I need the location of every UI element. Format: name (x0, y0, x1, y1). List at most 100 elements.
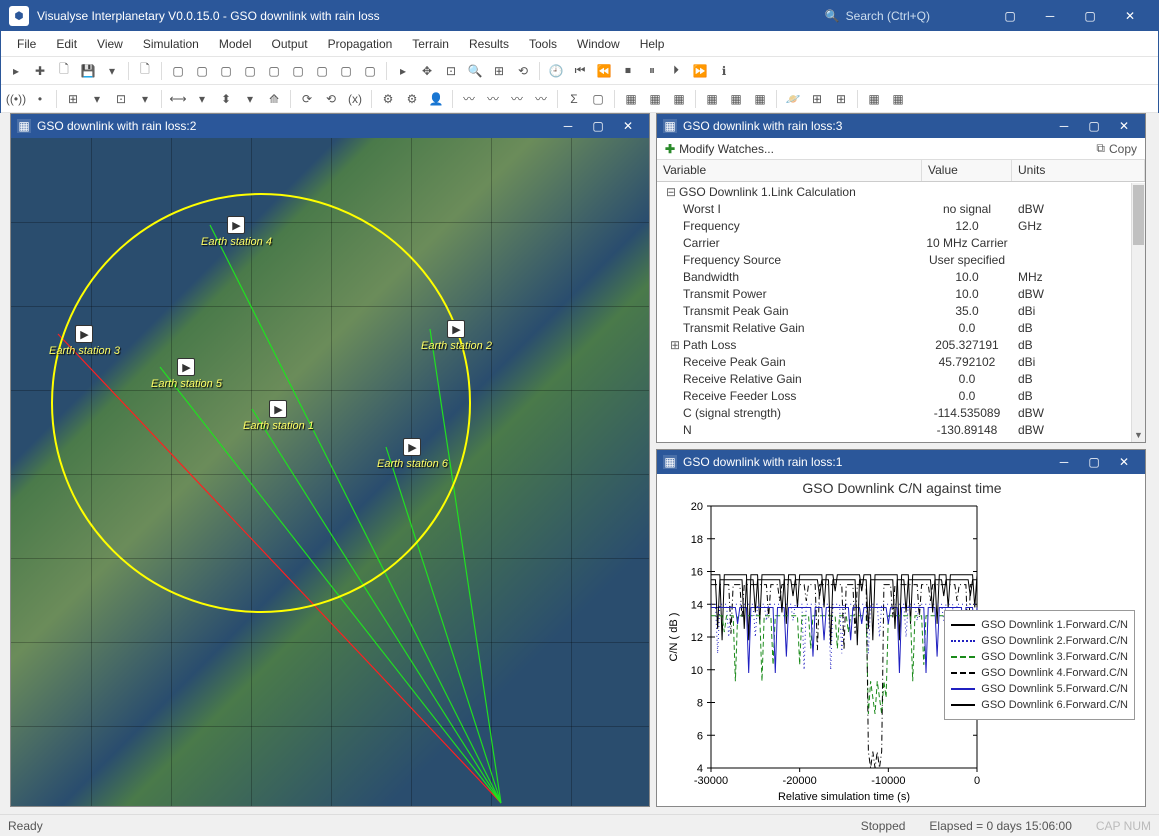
scroll-thumb[interactable] (1133, 185, 1144, 245)
earth-station[interactable]: ▶Earth station 3 (49, 325, 120, 357)
toolbar-button[interactable]: ⊞ (62, 88, 84, 110)
toolbar-button[interactable]: ▢ (263, 60, 285, 82)
toolbar-button[interactable]: ⟲ (320, 88, 342, 110)
toolbar-button[interactable]: (x) (344, 88, 366, 110)
toolbar-button[interactable]: ⊡ (440, 60, 462, 82)
toolbar-button[interactable]: 🪐 (782, 88, 804, 110)
pane-minimize-icon[interactable]: ─ (553, 116, 583, 136)
notifications-icon[interactable]: ▢ (990, 1, 1030, 31)
toolbar-button[interactable]: ((•)) (5, 88, 27, 110)
toolbar-button[interactable]: ▸ (392, 60, 414, 82)
toolbar-button[interactable]: ▾ (239, 88, 261, 110)
pane-chart-titlebar[interactable]: ▦ GSO downlink with rain loss:1 ─ ▢ ✕ (657, 450, 1145, 474)
menu-file[interactable]: File (9, 34, 44, 54)
toolbar-button[interactable]: ▾ (134, 88, 156, 110)
toolbar-button[interactable]: ℹ (713, 60, 735, 82)
toolbar-button[interactable]: ▢ (287, 60, 309, 82)
toolbar-button[interactable]: ▢ (359, 60, 381, 82)
close-button[interactable]: ✕ (1110, 1, 1150, 31)
toolbar-button[interactable]: 〰 (458, 88, 480, 110)
toolbar-button[interactable]: ⟳ (296, 88, 318, 110)
toolbar-button[interactable]: ▦ (620, 88, 642, 110)
col-value[interactable]: Value (922, 160, 1012, 181)
pane-minimize-icon[interactable]: ─ (1049, 116, 1079, 136)
toolbar-button[interactable]: 〰 (530, 88, 552, 110)
earth-station[interactable]: ▶Earth station 2 (421, 320, 492, 352)
toolbar-button[interactable]: • (29, 88, 51, 110)
menu-view[interactable]: View (89, 34, 131, 54)
table-row[interactable]: Frequency SourceUser specified (657, 251, 1131, 268)
toolbar-button[interactable]: 🔍 (464, 60, 486, 82)
pane-close-icon[interactable]: ✕ (1109, 116, 1139, 136)
toolbar-button[interactable]: ▢ (191, 60, 213, 82)
toolbar-button[interactable]: ⟰ (263, 88, 285, 110)
toolbar-button[interactable]: ⏩ (689, 60, 711, 82)
toolbar-button[interactable]: ⊞ (830, 88, 852, 110)
toolbar-button[interactable]: ▢ (215, 60, 237, 82)
table-row[interactable]: N-130.89148dBW (657, 421, 1131, 438)
watches-table[interactable]: ⊟GSO Downlink 1.Link CalculationWorst In… (657, 183, 1131, 442)
toolbar-button[interactable]: ▦ (887, 88, 909, 110)
pane-minimize-icon[interactable]: ─ (1049, 452, 1079, 472)
table-row[interactable]: Transmit Power10.0dBW (657, 285, 1131, 302)
menu-terrain[interactable]: Terrain (404, 34, 457, 54)
pane-close-icon[interactable]: ✕ (1109, 452, 1139, 472)
minimize-button[interactable]: ─ (1030, 1, 1070, 31)
menu-output[interactable]: Output (264, 34, 316, 54)
table-row[interactable]: Frequency12.0GHz (657, 217, 1131, 234)
toolbar-button[interactable]: 〰 (482, 88, 504, 110)
search-box[interactable]: 🔍 Search (Ctrl+Q) (825, 9, 930, 23)
toolbar-button[interactable]: ▾ (101, 60, 123, 82)
toolbar-button[interactable]: ▸ (5, 60, 27, 82)
toolbar-button[interactable]: ▦ (725, 88, 747, 110)
toolbar-button[interactable]: ▾ (86, 88, 108, 110)
pane-map-titlebar[interactable]: ▦ GSO downlink with rain loss:2 ─ ▢ ✕ (11, 114, 649, 138)
pane-close-icon[interactable]: ✕ (613, 116, 643, 136)
toolbar-button[interactable]: 👤 (425, 88, 447, 110)
maximize-button[interactable]: ▢ (1070, 1, 1110, 31)
earth-station[interactable]: ▶Earth station 5 (151, 358, 222, 390)
map-view[interactable]: ▶Earth station 4▶Earth station 3▶Earth s… (11, 138, 649, 806)
menu-propagation[interactable]: Propagation (320, 34, 401, 54)
toolbar-button[interactable]: ⏹ (617, 60, 639, 82)
toolbar-button[interactable]: 🗋 (53, 60, 75, 82)
toolbar-button[interactable]: ▢ (587, 88, 609, 110)
toolbar-button[interactable]: ▢ (239, 60, 261, 82)
toolbar-button[interactable]: ⏸ (641, 60, 663, 82)
toolbar-button[interactable]: ▦ (644, 88, 666, 110)
toolbar-button[interactable]: ▢ (335, 60, 357, 82)
toolbar-button[interactable]: ▢ (311, 60, 333, 82)
toolbar-button[interactable]: ⏵ (665, 60, 687, 82)
table-row[interactable]: Receive Peak Gain45.792102dBi (657, 353, 1131, 370)
pane-maximize-icon[interactable]: ▢ (583, 116, 613, 136)
col-units[interactable]: Units (1012, 160, 1145, 181)
menu-simulation[interactable]: Simulation (135, 34, 207, 54)
earth-station[interactable]: ▶Earth station 1 (243, 400, 314, 432)
toolbar-button[interactable]: ⚙ (401, 88, 423, 110)
pane-maximize-icon[interactable]: ▢ (1079, 452, 1109, 472)
toolbar-button[interactable]: 💾 (77, 60, 99, 82)
toolbar-button[interactable]: ⏮ (569, 60, 591, 82)
toolbar-button[interactable]: ▦ (701, 88, 723, 110)
plus-icon[interactable]: ✚ (665, 142, 675, 156)
table-row[interactable]: C (signal strength)-114.535089dBW (657, 404, 1131, 421)
col-variable[interactable]: Variable (657, 160, 922, 181)
toolbar-button[interactable]: ▢ (167, 60, 189, 82)
toolbar-button[interactable]: ▦ (749, 88, 771, 110)
toolbar-button[interactable]: ▦ (668, 88, 690, 110)
table-row[interactable]: Bandwidth10.0MHz (657, 268, 1131, 285)
table-row[interactable]: Worst Ino signaldBW (657, 200, 1131, 217)
table-row[interactable]: Receive Relative Gain0.0dB (657, 370, 1131, 387)
table-row[interactable]: Carrier10 MHz Carrier (657, 234, 1131, 251)
pane-maximize-icon[interactable]: ▢ (1079, 116, 1109, 136)
toolbar-button[interactable]: ⊡ (110, 88, 132, 110)
chart-view[interactable]: GSO Downlink C/N against time 4681012141… (657, 474, 1145, 806)
table-row[interactable]: Receive Feeder Loss0.0dB (657, 387, 1131, 404)
table-group-row[interactable]: ⊟GSO Downlink 1.Link Calculation (657, 183, 1131, 200)
scroll-down-icon[interactable]: ▼ (1132, 428, 1145, 442)
toolbar-button[interactable]: 〰 (506, 88, 528, 110)
toolbar-button[interactable]: ⬍ (215, 88, 237, 110)
pane-watches-titlebar[interactable]: ▦ GSO downlink with rain loss:3 ─ ▢ ✕ (657, 114, 1145, 138)
modify-watches-link[interactable]: Modify Watches... (679, 142, 774, 156)
toolbar-button[interactable]: ⚙ (377, 88, 399, 110)
